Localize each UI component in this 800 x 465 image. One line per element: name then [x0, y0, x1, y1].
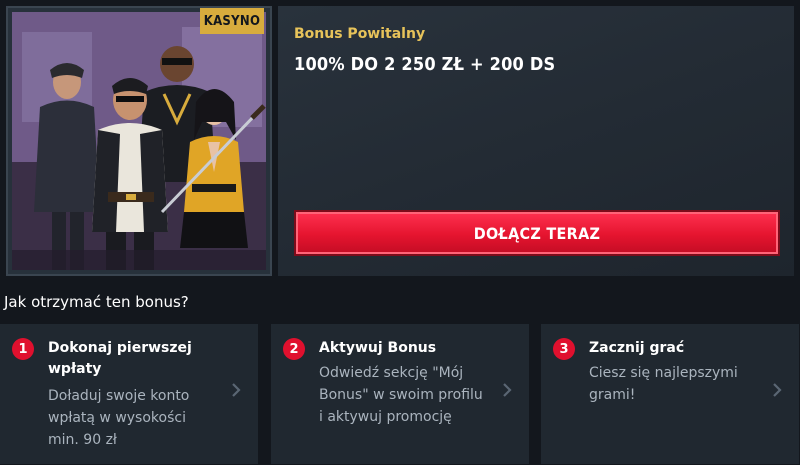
- chevron-right-icon[interactable]: [501, 382, 513, 398]
- step-title: Aktywuj Bonus: [319, 340, 437, 356]
- step-number-badge: 2: [283, 338, 305, 360]
- step-card-1[interactable]: 1 Dokonaj pierwszej wpłaty Doładuj swoje…: [0, 324, 258, 464]
- step-number-badge: 3: [553, 338, 575, 360]
- bonus-value: 100% DO 2 250 ZŁ + 200 DS: [294, 54, 556, 75]
- promo-illustration: [12, 12, 266, 270]
- casino-tag: KASYNO: [200, 8, 264, 34]
- promo-image-frame: KASYNO: [6, 6, 272, 276]
- how-to-get-bonus-heading: Jak otrzymać ten bonus?: [4, 293, 189, 311]
- chevron-right-icon[interactable]: [771, 382, 783, 398]
- join-now-button[interactable]: DOŁĄCZ TERAZ: [294, 210, 780, 256]
- step-description: Ciesz się najlepszymi grami!: [589, 365, 738, 403]
- chevron-right-icon[interactable]: [230, 382, 242, 398]
- step-description: Odwiedź sekcję "Mój Bonus" w swoim profi…: [319, 365, 483, 425]
- step-description: Doładuj swoje konto wpłatą w wysokości m…: [48, 388, 190, 448]
- step-title: Zacznij grać: [589, 340, 685, 356]
- step-number-badge: 1: [12, 338, 34, 360]
- promo-card: KASYNO Bonus Powitalny 100% DO 2 250 ZŁ …: [0, 0, 800, 282]
- step-card-2[interactable]: 2 Aktywuj Bonus Odwiedź sekcję "Mój Bonu…: [271, 324, 529, 464]
- step-title: Dokonaj pierwszej wpłaty: [48, 340, 192, 377]
- bonus-title: Bonus Powitalny: [294, 26, 426, 42]
- promo-panel: Bonus Powitalny 100% DO 2 250 ZŁ + 200 D…: [278, 6, 794, 276]
- step-card-3[interactable]: 3 Zacznij grać Ciesz się najlepszymi gra…: [541, 324, 799, 464]
- gangster-characters-illustration: [12, 12, 266, 270]
